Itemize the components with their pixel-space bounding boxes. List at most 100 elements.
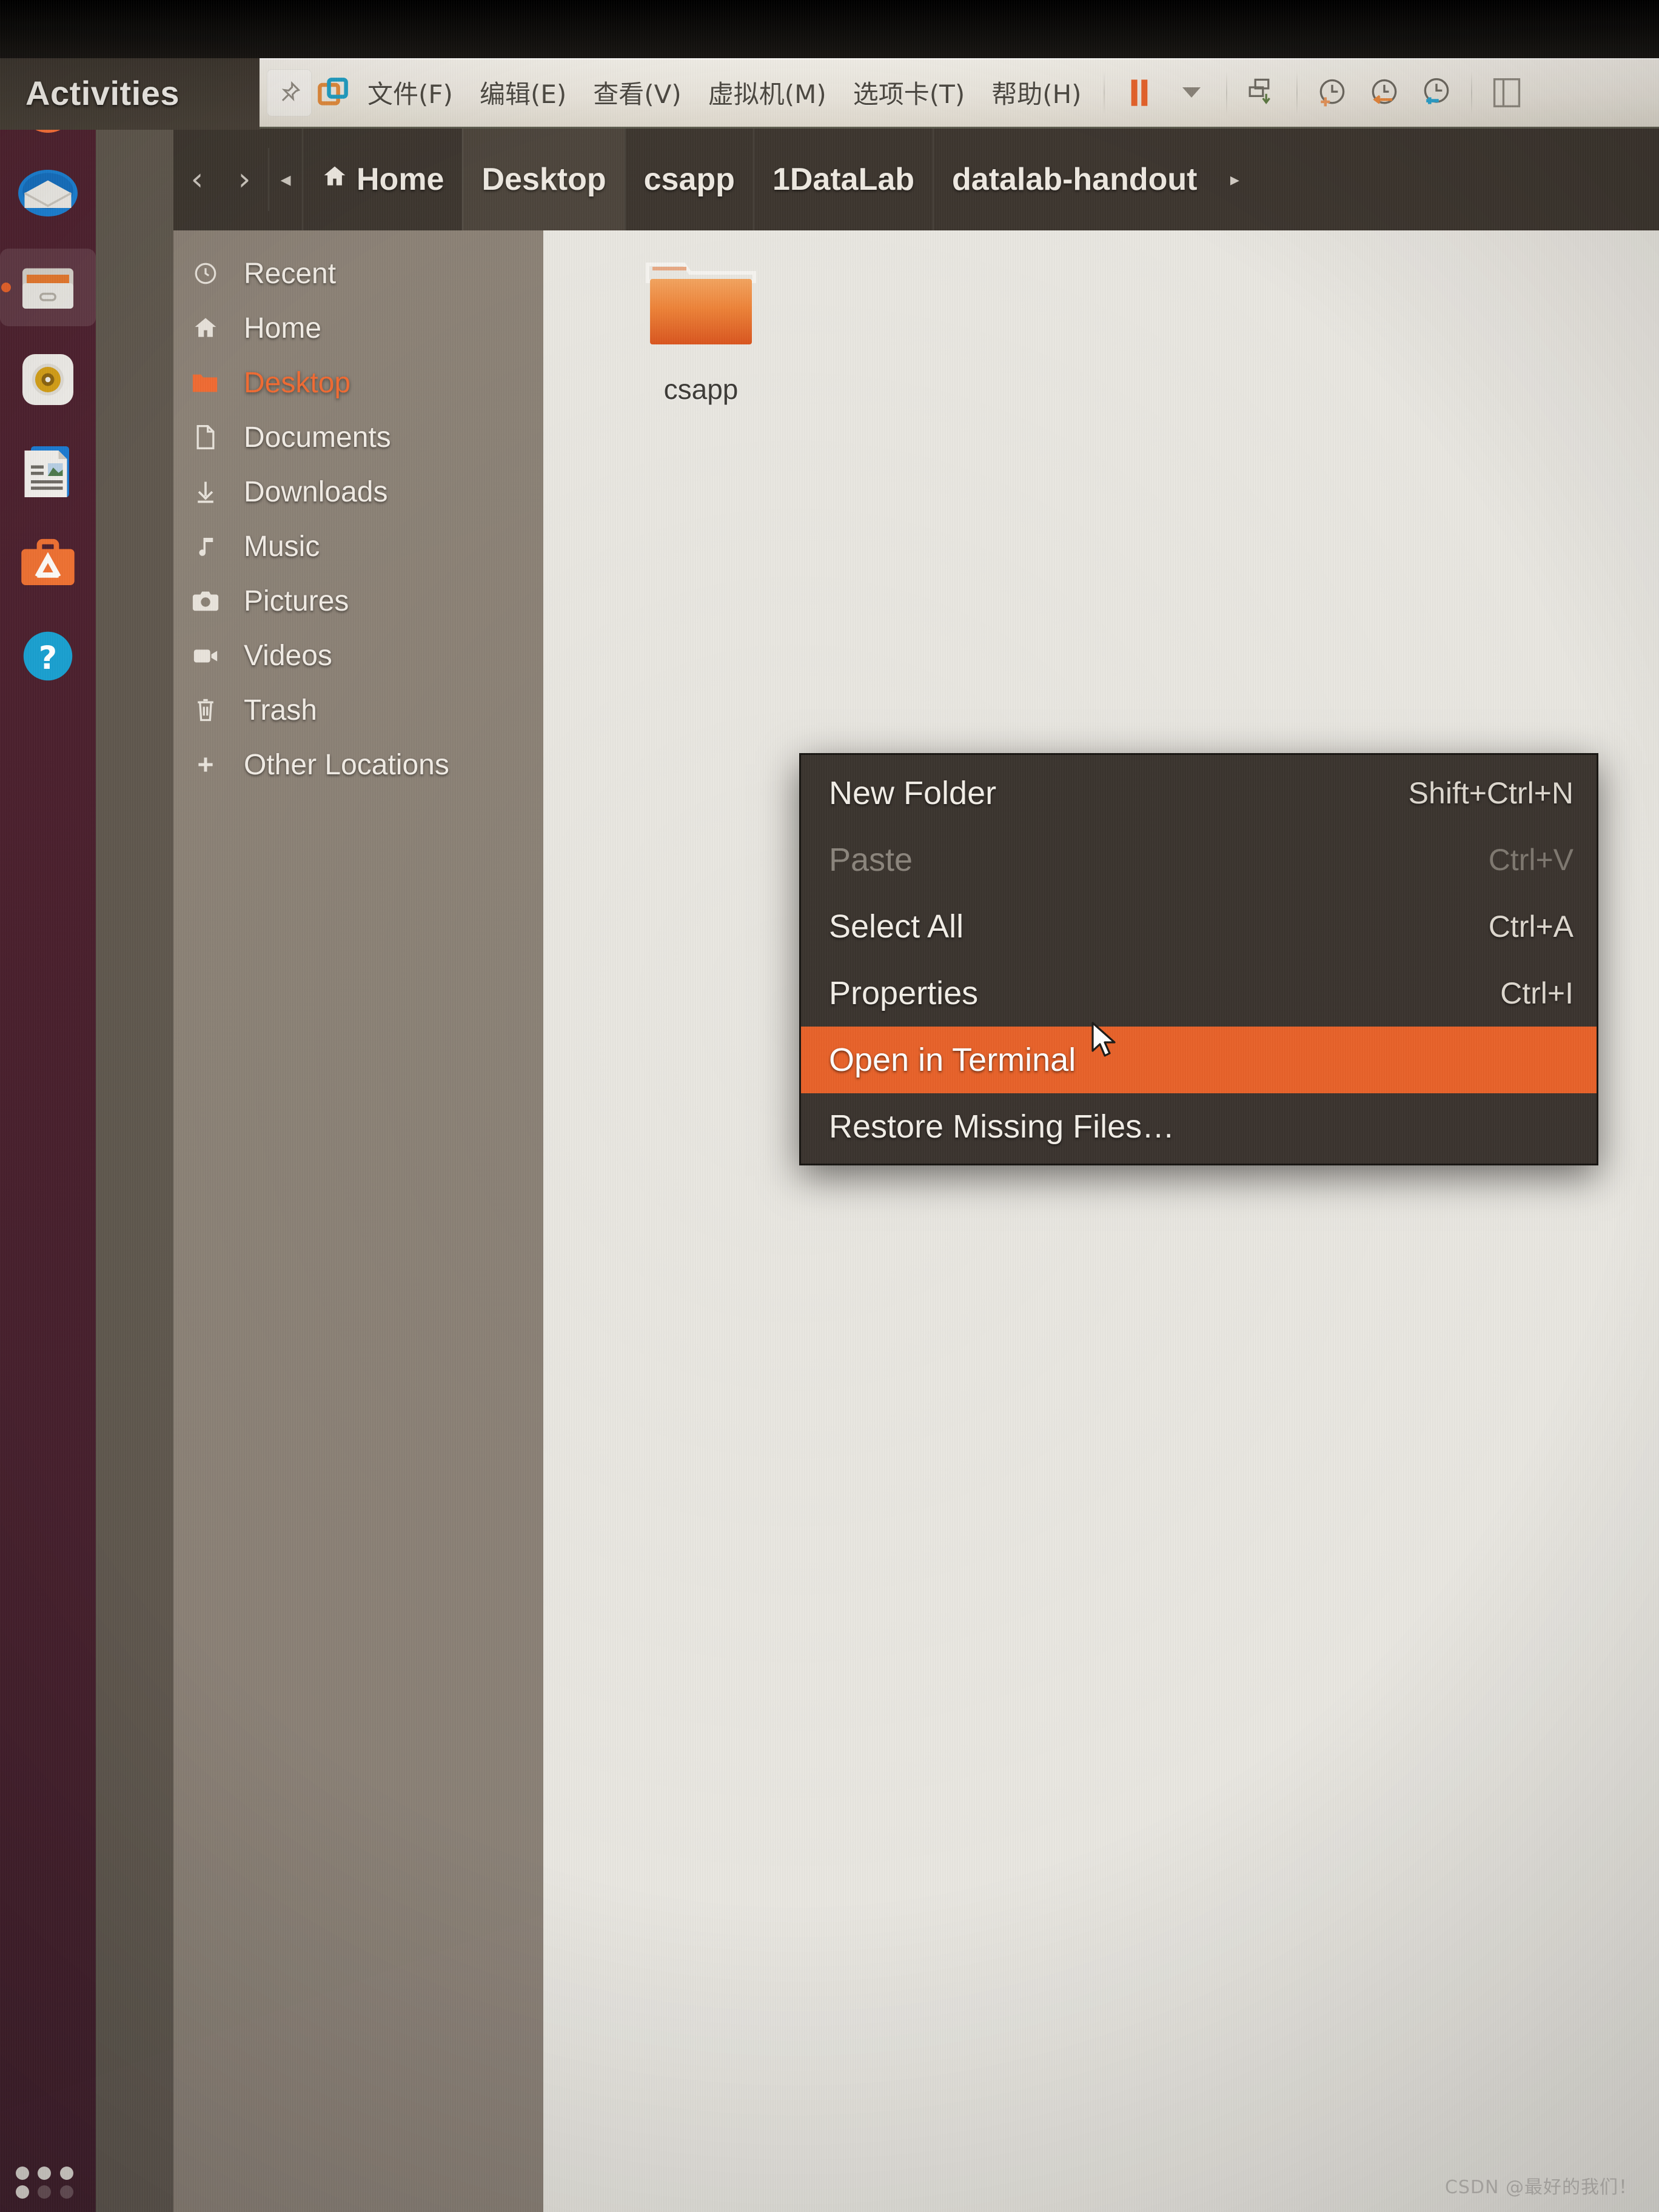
- menu-item-label: Restore Missing Files…: [829, 1108, 1175, 1145]
- sidebar-item-label: Recent: [244, 257, 337, 290]
- breadcrumb-label: csapp: [643, 162, 735, 197]
- sidebar-item-music[interactable]: Music: [173, 519, 543, 574]
- menu-item-accel: Ctrl+A: [1488, 910, 1574, 943]
- svg-text:?: ?: [39, 640, 57, 677]
- dock-item-thunderbird[interactable]: [0, 149, 96, 241]
- menu-item-label: New Folder: [829, 775, 997, 811]
- breadcrumb-desktop[interactable]: Desktop: [462, 129, 625, 230]
- sidebar-item-documents[interactable]: Documents: [173, 410, 543, 464]
- chevron-left-icon[interactable]: ‹: [173, 146, 221, 213]
- menu-item-accel: Ctrl+I: [1500, 976, 1574, 1010]
- sidebar-icon-rail: [96, 129, 173, 2212]
- clock-icon: [181, 261, 230, 286]
- sidebar-item-other-locations[interactable]: Other Locations: [173, 737, 543, 792]
- sidebar-item-label: Other Locations: [244, 748, 449, 781]
- sidebar-item-downloads[interactable]: Downloads: [173, 464, 543, 519]
- chevron-left-small-icon[interactable]: ◂: [269, 146, 302, 213]
- vmware-window-chrome: 文件(F) 编辑(E) 查看(V) 虚拟机(M) 选项卡(T) 帮助(H): [260, 58, 1659, 129]
- snapshot-manager-icon[interactable]: [1410, 67, 1463, 119]
- context-menu-item-properties[interactable]: Properties Ctrl+I: [801, 960, 1597, 1027]
- menu-item-label: Paste: [829, 842, 913, 878]
- breadcrumb-1datalab[interactable]: 1DataLab: [752, 129, 933, 230]
- dock-item-files[interactable]: [0, 241, 96, 333]
- sidebar-item-home[interactable]: Home: [173, 301, 543, 355]
- sidebar-item-label: Downloads: [244, 475, 388, 508]
- menu-help[interactable]: 帮助(H): [978, 74, 1094, 111]
- vmware-logo-icon: [312, 69, 354, 116]
- activities-button[interactable]: Activities: [25, 73, 179, 113]
- sidebar-item-trash[interactable]: Trash: [173, 683, 543, 737]
- breadcrumb-label: Desktop: [481, 162, 606, 197]
- show-applications-grid-icon[interactable]: [16, 2162, 76, 2199]
- video-camera-icon: [181, 645, 230, 666]
- libreoffice-writer-icon: [14, 438, 82, 506]
- files-grid-view[interactable]: csapp: [543, 230, 1659, 2212]
- download-arrow-icon: [181, 478, 230, 505]
- snapshot-revert-icon[interactable]: [1358, 67, 1410, 119]
- menu-item-label: Properties: [829, 975, 979, 1011]
- file-item-csapp[interactable]: csapp: [610, 252, 792, 406]
- menu-edit[interactable]: 编辑(E): [466, 74, 580, 111]
- toolbar-divider-4: [1470, 70, 1472, 115]
- files-window: ‹ › ◂ Home Desktop csapp 1DataLab datala…: [173, 129, 1659, 2212]
- sidebar-item-recent[interactable]: Recent: [173, 246, 543, 301]
- ubuntu-software-icon: [14, 530, 82, 598]
- sidebar-item-desktop[interactable]: Desktop: [173, 355, 543, 410]
- dock-item-libreoffice-writer[interactable]: [0, 426, 96, 518]
- menu-tabs[interactable]: 选项卡(T): [840, 74, 978, 111]
- chevron-right-icon[interactable]: ›: [221, 146, 268, 213]
- send-to-icon[interactable]: [1236, 67, 1288, 119]
- sidebar-item-label: Music: [244, 530, 320, 563]
- snapshot-add-icon[interactable]: [1306, 67, 1358, 119]
- breadcrumb-csapp[interactable]: csapp: [624, 129, 753, 230]
- monitor-bezel: [0, 0, 1659, 58]
- context-menu-item-select-all[interactable]: Select All Ctrl+A: [801, 893, 1597, 960]
- csdn-watermark: CSDN @最好的我们！: [1444, 2177, 1637, 2198]
- gnome-top-bar: Activities: [0, 56, 261, 130]
- chevron-down-icon[interactable]: [1165, 67, 1218, 119]
- breadcrumb-label: 1DataLab: [772, 162, 915, 197]
- pin-icon[interactable]: [267, 69, 312, 116]
- dock-item-ubuntu-software[interactable]: [0, 518, 96, 610]
- sidebar-toggle-icon[interactable]: [1481, 67, 1533, 119]
- places-sidebar: Recent Home Desktop Documents Downloads …: [173, 230, 543, 2212]
- breadcrumb-home[interactable]: Home: [302, 129, 462, 230]
- rhythmbox-icon: [14, 346, 82, 414]
- folder-icon: [181, 370, 230, 395]
- thunderbird-mail-icon: [14, 161, 82, 229]
- menu-view[interactable]: 查看(V): [580, 74, 695, 111]
- menu-file[interactable]: 文件(F): [354, 74, 466, 111]
- context-menu-item-open-in-terminal[interactable]: Open in Terminal: [801, 1027, 1597, 1093]
- sidebar-item-pictures[interactable]: Pictures: [173, 574, 543, 628]
- sidebar-item-label: Documents: [244, 421, 391, 454]
- camera-icon: [181, 589, 230, 613]
- menu-item-label: Select All: [829, 908, 964, 945]
- help-question-icon: ?: [14, 622, 82, 690]
- home-icon: [181, 315, 230, 341]
- sidebar-item-label: Pictures: [244, 585, 349, 617]
- chevron-right-small-icon[interactable]: ▸: [1215, 129, 1254, 230]
- files-header-bar: ‹ › ◂ Home Desktop csapp 1DataLab datala…: [173, 129, 1659, 230]
- sidebar-item-label: Desktop: [244, 366, 351, 399]
- breadcrumb-label: datalab-handout: [952, 162, 1198, 197]
- document-icon: [181, 424, 230, 451]
- menu-item-accel: Shift+Ctrl+N: [1408, 776, 1574, 810]
- toolbar-divider: [1103, 70, 1105, 115]
- sidebar-item-videos[interactable]: Videos: [173, 628, 543, 683]
- menu-vm[interactable]: 虚拟机(M): [695, 74, 840, 111]
- sidebar-item-label: Videos: [244, 639, 332, 672]
- pause-icon[interactable]: [1113, 67, 1165, 119]
- dock-item-help[interactable]: ?: [0, 610, 96, 702]
- dock-item-rhythmbox[interactable]: [0, 333, 96, 426]
- vm-screen-photo: Activities 文件(F) 编辑(E) 查看(V) 虚拟机(M) 选项卡(…: [0, 0, 1659, 2212]
- context-menu-item-paste: Paste Ctrl+V: [801, 826, 1597, 893]
- menu-item-label: Open in Terminal: [829, 1042, 1076, 1078]
- breadcrumb-datalab-handout[interactable]: datalab-handout: [933, 129, 1215, 230]
- context-menu-item-restore-missing-files[interactable]: Restore Missing Files…: [801, 1093, 1597, 1160]
- plus-icon: [181, 752, 230, 777]
- files-nautilus-icon: [14, 253, 82, 321]
- context-menu: New Folder Shift+Ctrl+N Paste Ctrl+V Sel…: [799, 753, 1598, 1165]
- context-menu-item-new-folder[interactable]: New Folder Shift+Ctrl+N: [801, 760, 1597, 826]
- folder-icon: [640, 252, 762, 357]
- files-body: Recent Home Desktop Documents Downloads …: [173, 230, 1659, 2212]
